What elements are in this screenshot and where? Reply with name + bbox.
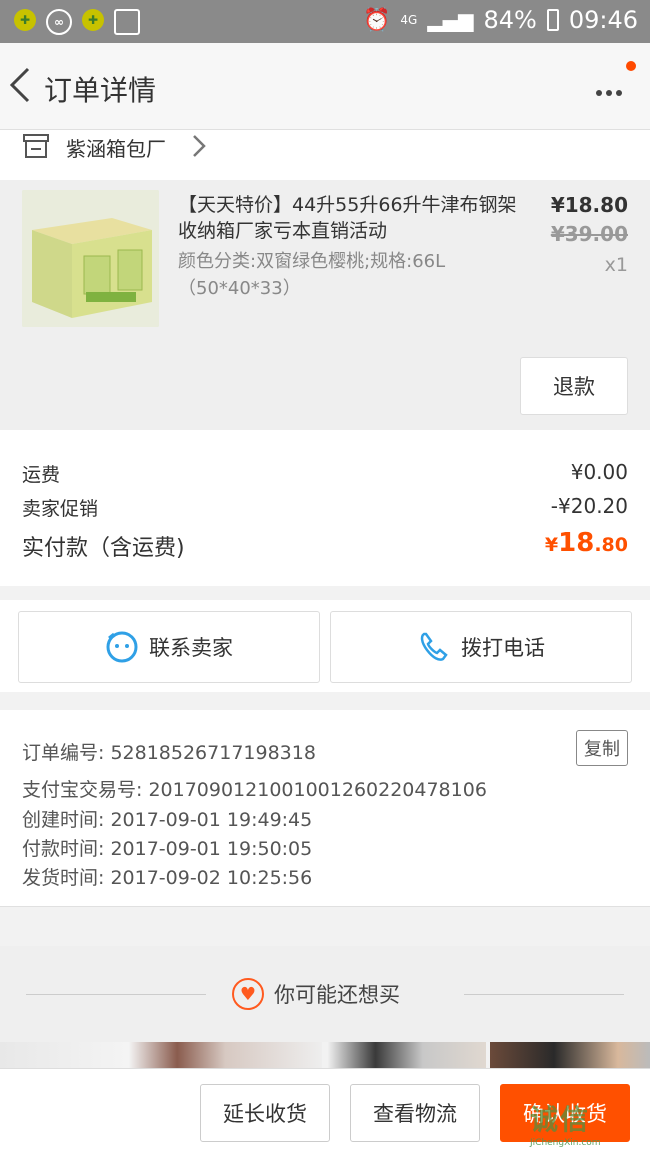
phone-icon [420,632,448,661]
call-button[interactable]: 拨打电话 [330,611,632,683]
shipping-value: ¥0.00 [570,460,628,484]
total-integer: 18 [558,528,595,558]
more-menu-button[interactable] [596,81,622,100]
watermark-text: 诚信 [530,1103,591,1136]
more-dot [616,90,622,96]
total-currency: ¥ [544,534,559,556]
contact-seller-button[interactable]: 联系卖家 [18,611,320,683]
alarm-icon: ⏰ [362,7,391,33]
app-notification-icon: ✚ [14,9,36,31]
total-amount: ¥18.80 [545,528,628,558]
more-dot [606,90,612,96]
product-thumbnail[interactable] [22,190,159,327]
network-type: 4G [400,13,418,27]
recommend-header: ♥ 你可能还想买 [232,978,400,1010]
notification-icons: ✚ ∞ ✚ [14,9,140,35]
created-time: 创建时间: 2017-09-01 19:49:45 [22,809,313,831]
extend-receipt-button[interactable]: 延长收货 [200,1084,330,1142]
signal-icon: ▂▄▆ [427,8,474,32]
more-dots-icon [596,90,602,96]
original-price: ¥39.00 [550,222,628,246]
divider [26,994,206,995]
recommend-section: ♥ 你可能还想买 [0,946,650,1042]
alipay-number: 支付宝交易号: 2017090121001001260220478106 [22,779,487,801]
total-label: 实付款（含运费) [22,536,185,561]
notification-dot [626,61,636,71]
contact-seller-label: 联系卖家 [149,636,233,660]
shipping-label: 运费 [22,464,61,486]
clock: 09:46 [568,6,638,34]
watermark: 诚信 JiChengXin.com [530,1098,648,1154]
chat-face-icon [106,631,138,663]
total-decimal: .80 [594,534,628,556]
order-number: 订单编号: 52818526717198318 [22,742,316,764]
divider [464,994,624,995]
shop-name: 紫涵箱包厂 [66,137,166,161]
copy-button[interactable]: 复制 [576,730,628,766]
shop-row[interactable]: 紫涵箱包厂 [0,130,650,180]
product-price: ¥18.80 [550,193,628,217]
order-item[interactable]: 【天天特价】44升55升66升牛津布钢架收纳箱厂家亏本直销活动 颜色分类:双窗绿… [0,180,650,430]
chevron-right-icon [193,135,206,157]
product-title[interactable]: 【天天特价】44升55升66升牛津布钢架收纳箱厂家亏本直销活动 [178,192,518,244]
view-logistics-button[interactable]: 查看物流 [350,1084,480,1142]
call-label: 拨打电话 [461,636,545,660]
status-right: ⏰ 4G ▂▄▆ 84% 09:46 [363,6,638,34]
screenshot-notification-icon [114,9,140,35]
app-notification-icon-2: ✚ [82,9,104,31]
apps-notification-icon: ∞ [46,9,72,35]
refund-button[interactable]: 退款 [520,357,628,415]
contact-area: 联系卖家 拨打电话 [0,600,650,692]
fee-summary: 运费 ¥0.00 卖家促销 -¥20.20 实付款（含运费) ¥18.80 [0,430,650,586]
promo-value: -¥20.20 [550,494,628,518]
product-spec: 颜色分类:双窗绿色樱桃;规格:66L（50*40*33） [178,251,446,299]
promo-label: 卖家促销 [22,498,99,520]
watermark-url: JiChengXin.com [530,1138,601,1148]
store-icon [23,134,49,158]
back-button[interactable] [6,65,36,105]
header: 订单详情 [0,43,650,130]
battery-percent: 84% [483,6,537,34]
page-title: 订单详情 [44,74,157,107]
battery-icon [546,9,559,31]
heart-icon: ♥ [232,978,264,1010]
recommend-title: 你可能还想买 [274,983,400,1007]
shipped-time: 发货时间: 2017-09-02 10:25:56 [22,867,313,889]
chevron-left-icon [9,67,30,103]
paid-time: 付款时间: 2017-09-01 19:50:05 [22,838,313,860]
storage-box-image [22,190,159,327]
status-bar: ✚ ∞ ✚ ⏰ 4G ▂▄▆ 84% 09:46 [0,0,650,43]
product-quantity: x1 [604,254,628,276]
order-info: 订单编号: 52818526717198318 复制 支付宝交易号: 20170… [0,710,650,907]
